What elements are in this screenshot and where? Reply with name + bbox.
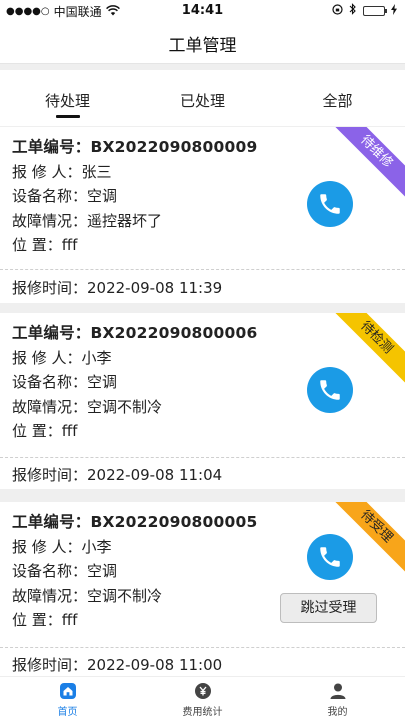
yen-coin-icon [193,681,213,701]
tabbar-label: 首页 [57,707,78,718]
device-name: 设备名称：空调 [12,187,118,205]
bottom-tab-bar: 首页 费用统计 我的 [0,676,405,720]
tab-processed[interactable]: 已处理 [135,70,270,126]
phone-icon [320,380,340,400]
work-order-card[interactable]: 工单编号：BX2022090800006 报 修 人：小李 设备名称：空调 故障… [0,313,405,489]
device-name: 设备名称：空调 [12,373,118,391]
tabbar-label: 我的 [327,707,348,718]
fault-description: 故障情况：遥控器坏了 [12,211,163,230]
report-time: 报修时间：2022-09-08 11:00 [12,656,223,674]
tabbar-label: 费用统计 [182,707,223,718]
card-divider [0,457,405,458]
tabbar-cost-stats[interactable]: 费用统计 [135,677,270,720]
status-bar: ●●●●○ 中国联通 14:41 [0,0,405,22]
work-order-card[interactable]: 工单编号：BX2022090800005 报 修 人：小李 设备名称：空调 故障… [0,502,405,676]
location: 位 置：fff [12,611,78,629]
call-button[interactable] [307,367,353,413]
phone-icon [320,547,340,567]
work-order-card[interactable]: 工单编号：BX2022090800009 报 修 人：张三 设备名称：空调 故障… [0,127,405,303]
skip-acceptance-button[interactable]: 跳过受理 [280,593,377,623]
battery-icon [363,5,387,16]
fault-description: 故障情况：空调不制冷 [12,397,163,416]
location: 位 置：fff [12,422,78,440]
reporter: 报 修 人：小李 [12,348,112,367]
fault-description: 故障情况：空调不制冷 [12,586,163,605]
reporter: 报 修 人：小李 [12,537,112,556]
call-button[interactable] [307,181,353,227]
report-time: 报修时间：2022-09-08 11:39 [12,279,223,297]
charging-icon [391,3,397,18]
card-divider [0,269,405,270]
nav-bar: 工单管理 [0,22,405,64]
report-time: 报修时间：2022-09-08 11:04 [12,466,223,484]
card-info: 工单编号：BX2022090800005 报 修 人：小李 设备名称：空调 故障… [12,510,257,633]
device-name: 设备名称：空调 [12,562,118,580]
tab-all[interactable]: 全部 [270,70,405,126]
order-number: 工单编号：BX2022090800005 [12,513,258,531]
card-info: 工单编号：BX2022090800006 报 修 人：小李 设备名称：空调 故障… [12,321,257,444]
card-divider [0,647,405,648]
location: 位 置：fff [12,236,78,254]
status-right [332,3,397,18]
bluetooth-icon [349,3,357,18]
call-button[interactable] [307,534,353,580]
card-info: 工单编号：BX2022090800009 报 修 人：张三 设备名称：空调 故障… [12,135,257,258]
tabbar-mine[interactable]: 我的 [270,677,405,720]
tab-pending[interactable]: 待处理 [0,70,135,126]
filter-tabs: 待处理 已处理 全部 [0,70,405,126]
order-number: 工单编号：BX2022090800009 [12,138,258,156]
page-title: 工单管理 [168,36,237,56]
home-icon [58,681,78,701]
phone-icon [320,194,340,214]
order-number: 工单编号：BX2022090800006 [12,324,258,342]
person-icon [328,681,348,701]
rotation-lock-icon [332,3,343,18]
reporter: 报 修 人：张三 [12,162,112,181]
tabbar-home[interactable]: 首页 [0,677,135,720]
